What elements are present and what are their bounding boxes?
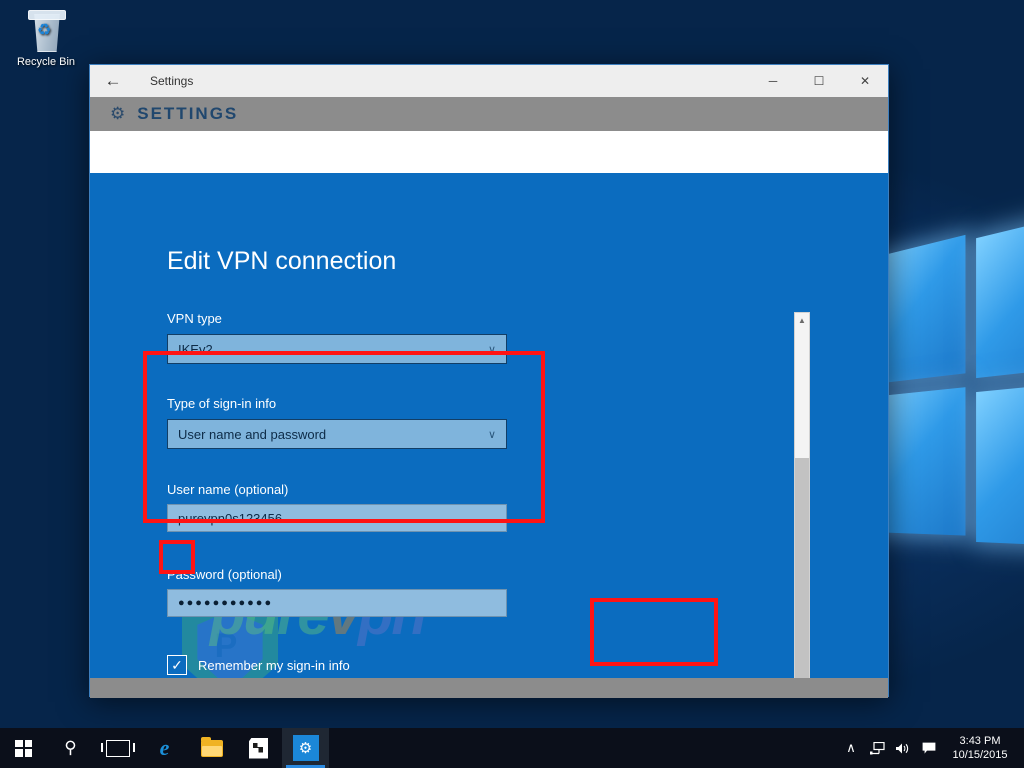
network-icon[interactable]	[864, 728, 890, 768]
scroll-up-arrow-icon[interactable]: ▲	[795, 313, 809, 328]
signin-type-value: User name and password	[178, 427, 326, 442]
recycle-bin-label: Recycle Bin	[8, 56, 84, 69]
task-view-button[interactable]	[94, 728, 141, 768]
settings-bottom-bar	[90, 678, 888, 698]
tray-expand-chevron-icon[interactable]: ∧	[838, 728, 864, 768]
remember-signin-label: Remember my sign-in info	[198, 658, 350, 673]
chevron-down-icon: ∨	[488, 343, 496, 356]
username-label: User name (optional)	[167, 482, 288, 497]
checkmark-icon: ✓	[171, 657, 183, 674]
edge-icon: e	[160, 735, 170, 761]
password-input[interactable]: ●●●●●●●●●●●	[167, 589, 507, 617]
password-label: Password (optional)	[167, 567, 282, 582]
desktop-screen: ♻ Recycle Bin ← Settings ─ ☐ ✕ ⚙ SETTING…	[0, 0, 1024, 768]
edge-button[interactable]: e	[141, 728, 188, 768]
network-icon-glyph	[870, 742, 885, 755]
action-center-icon[interactable]	[916, 728, 942, 768]
store-icon	[249, 738, 268, 759]
scrollbar-thumb[interactable]	[795, 458, 809, 698]
settings-page-header: ⚙ SETTINGS	[90, 97, 888, 131]
recycle-bin-icon: ♻	[24, 8, 68, 52]
taskbar-clock[interactable]: 3:43 PM 10/15/2015	[942, 734, 1024, 762]
remember-signin-row[interactable]: ✓ Remember my sign-in info	[167, 655, 350, 675]
file-explorer-button[interactable]	[188, 728, 235, 768]
back-button[interactable]: ←	[90, 65, 136, 97]
signin-type-label: Type of sign-in info	[167, 396, 276, 411]
clock-time: 3:43 PM	[942, 734, 1018, 748]
gear-icon: ⚙	[293, 735, 319, 761]
settings-taskbar-button[interactable]: ⚙	[282, 728, 329, 768]
system-tray: ∧ 3:43 PM	[838, 728, 1024, 768]
action-center-icon-glyph	[922, 742, 936, 755]
window-title: Settings	[150, 74, 193, 88]
desktop-icon-recycle-bin[interactable]: ♻ Recycle Bin	[8, 8, 84, 69]
taskbar: ⚲ e ⚙ ∧	[0, 728, 1024, 768]
chevron-down-icon: ∨	[488, 428, 496, 441]
close-button[interactable]: ✕	[842, 65, 888, 97]
settings-page-body: P purevpn Edit VPN connection VPN type I…	[90, 131, 888, 698]
search-icon: ⚲	[64, 738, 76, 758]
signin-type-select[interactable]: User name and password ∨	[167, 419, 507, 449]
settings-window: ← Settings ─ ☐ ✕ ⚙ SETTINGS P	[89, 64, 889, 697]
edit-vpn-dialog: P purevpn Edit VPN connection VPN type I…	[90, 173, 888, 698]
username-input[interactable]: purevpn0s123456	[167, 504, 507, 532]
password-value: ●●●●●●●●●●●	[178, 597, 273, 609]
start-button[interactable]	[0, 728, 47, 768]
dialog-title: Edit VPN connection	[167, 247, 396, 276]
window-titlebar: ← Settings ─ ☐ ✕	[90, 65, 888, 97]
window-controls: ─ ☐ ✕	[750, 65, 888, 97]
username-value: purevpn0s123456	[178, 511, 282, 526]
vpn-type-value: IKEv2	[178, 342, 213, 357]
store-button[interactable]	[235, 728, 282, 768]
search-button[interactable]: ⚲	[47, 728, 94, 768]
vpn-type-select[interactable]: IKEv2 ∨	[167, 334, 507, 364]
task-view-icon	[106, 740, 130, 757]
clock-date: 10/15/2015	[942, 748, 1018, 762]
windows-logo-icon	[15, 740, 32, 757]
dialog-scrollbar[interactable]: ▲ ▼	[794, 312, 810, 698]
gear-icon: ⚙	[110, 104, 125, 124]
maximize-button[interactable]: ☐	[796, 65, 842, 97]
settings-header-label: SETTINGS	[137, 104, 238, 124]
minimize-button[interactable]: ─	[750, 65, 796, 97]
volume-icon-glyph	[895, 742, 911, 755]
vpn-type-label: VPN type	[167, 311, 222, 326]
volume-icon[interactable]	[890, 728, 916, 768]
remember-signin-checkbox[interactable]: ✓	[167, 655, 187, 675]
folder-icon	[201, 740, 223, 757]
